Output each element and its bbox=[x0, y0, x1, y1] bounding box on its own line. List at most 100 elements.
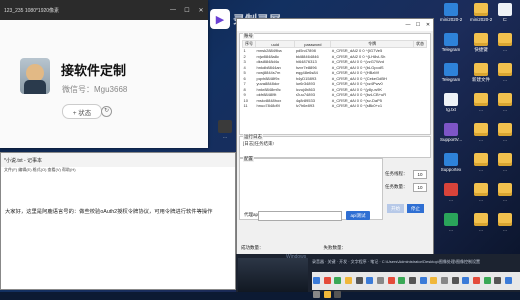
toolbar-icon[interactable] bbox=[441, 277, 449, 284]
toolbar bbox=[312, 272, 520, 298]
desktop-icon[interactable]: ... bbox=[494, 63, 516, 82]
table-cell: hnuo7848d9l bbox=[256, 103, 280, 109]
desktop-icon[interactable]: ... bbox=[470, 93, 492, 112]
desktop-icon[interactable]: Supportex bbox=[440, 153, 462, 172]
table-cell: lv7h6e893 bbox=[295, 103, 315, 109]
desktop-icon[interactable]: ... bbox=[470, 213, 492, 232]
start-button[interactable]: 开始 bbox=[387, 204, 404, 213]
toolbar-icon[interactable] bbox=[366, 277, 374, 284]
maximize-icon[interactable]: ☐ bbox=[413, 22, 423, 28]
proxy-input[interactable] bbox=[258, 211, 342, 221]
api-test-button[interactable]: api测试 bbox=[346, 211, 370, 220]
table-row[interactable]: 11 hnuo7848d9l lv7h6e893 #_CRSR_dAl 0 0 ^{s… bbox=[243, 103, 427, 109]
close-icon[interactable]: ✕ bbox=[423, 22, 433, 28]
desktop-icon[interactable]: ... bbox=[214, 120, 236, 139]
play-icon: ▶ bbox=[210, 9, 230, 29]
desktop-icon[interactable]: ... bbox=[440, 183, 462, 202]
avatar bbox=[20, 58, 50, 94]
maximize-icon[interactable]: ☐ bbox=[180, 7, 194, 14]
account-table[interactable]: 序号 uuid password 令牌 状态 1 mnsk28849ba pd5n4… bbox=[241, 40, 428, 109]
desktop-icon[interactable]: mini2020-2... bbox=[470, 3, 492, 22]
desktop-icon[interactable]: ... bbox=[494, 123, 516, 142]
toolbar-icon[interactable] bbox=[313, 291, 320, 298]
desktop-icon[interactable]: ... bbox=[494, 33, 516, 52]
table-cell: 11 bbox=[243, 103, 248, 109]
toolbar-icon[interactable] bbox=[377, 277, 385, 284]
app-window[interactable]: — ☐ ✕ 账号 序号 uuid password 令牌 状态 1 mnsk288… bbox=[236, 18, 434, 255]
column-header[interactable]: 状态 bbox=[412, 40, 428, 48]
thread-input[interactable]: 10 bbox=[413, 170, 427, 179]
status-button[interactable]: + 状态 bbox=[62, 104, 102, 119]
toolbar-icon[interactable] bbox=[323, 277, 331, 284]
count-input[interactable]: 10 bbox=[413, 183, 427, 192]
desktop-icon[interactable]: C: bbox=[494, 3, 516, 22]
fail-count-label: 失败数量： bbox=[323, 245, 347, 250]
desktop-icon[interactable]: Telegram bbox=[440, 33, 462, 52]
card-title: 接软件定制 bbox=[61, 63, 127, 78]
notepad-titlebar[interactable]: *小说.txt - 记事本 bbox=[1, 153, 235, 167]
table-cell: #_CRSR_dAl 0 0 ^{sBk0+c1 bbox=[331, 103, 383, 109]
toolbar-icon[interactable] bbox=[313, 277, 320, 284]
desktop-icon[interactable]: 新建文件 bbox=[470, 63, 492, 82]
toolbar-icon[interactable] bbox=[505, 277, 513, 284]
status-bar: 成功数量： 失败数量： bbox=[237, 243, 433, 253]
app-titlebar[interactable]: — ☐ ✕ bbox=[237, 19, 433, 31]
column-header[interactable]: uuid bbox=[255, 40, 296, 48]
thread-label: 任务线程： bbox=[385, 171, 408, 176]
toolbar-icon[interactable] bbox=[462, 277, 470, 284]
notepad-text[interactable]: 大家好，这里是阿鹿语言号的：做些校验oAuth2授权令牌协议，可用令牌进行软件等… bbox=[5, 207, 212, 215]
minimize-icon[interactable]: — bbox=[403, 22, 413, 28]
task-panel: 任务线程： 10 任务数量： 10 开始 停止 bbox=[383, 158, 431, 218]
settings-group: 配置 代理api： api测试 bbox=[239, 156, 383, 221]
toolbar-icon[interactable] bbox=[398, 277, 406, 284]
close-icon[interactable]: ✕ bbox=[194, 7, 208, 14]
stop-button[interactable]: 停止 bbox=[407, 204, 424, 213]
bottom-window-title: 录音器 · 关键 · 开发 · 文字程序 · 笔记 · C:\Users\Adm… bbox=[312, 259, 481, 264]
toolbar-icon[interactable] bbox=[494, 277, 502, 284]
toolbar-icon[interactable] bbox=[334, 277, 342, 284]
desktop-icon[interactable]: tg.txt bbox=[440, 93, 462, 112]
desktop-icon[interactable]: ... bbox=[494, 183, 516, 202]
bottom-window[interactable]: Windows 录音器 · 关键 · 开发 · 文字程序 · 笔记 · C:\U… bbox=[236, 254, 520, 298]
desktop-icon[interactable]: ... bbox=[440, 213, 462, 232]
video-thumbnail bbox=[238, 258, 308, 292]
toolbar-icon[interactable] bbox=[323, 291, 331, 298]
toolbar-icon[interactable] bbox=[387, 277, 395, 284]
success-count-label: 成功数量： bbox=[241, 245, 264, 250]
toolbar-icon[interactable] bbox=[419, 277, 427, 284]
column-header[interactable]: 序号 bbox=[241, 40, 257, 48]
desktop-icon[interactable]: ... bbox=[470, 183, 492, 202]
toolbar-icon[interactable] bbox=[409, 277, 417, 284]
notepad-title: *小说.txt - 记事本 bbox=[4, 157, 43, 164]
viewer-title: 123_235 1080*1920像素 bbox=[4, 7, 60, 14]
desktop-icon[interactable]: ... bbox=[494, 93, 516, 112]
settings-group-label: 配置 bbox=[243, 156, 254, 162]
viewer-titlebar[interactable]: 123_235 1080*1920像素 — ☐ ✕ bbox=[0, 0, 208, 20]
column-header[interactable]: 令牌 bbox=[330, 40, 414, 48]
notepad-window[interactable]: *小说.txt - 记事本 文件(F) 编辑(E) 格式(O) 查看(V) 帮助… bbox=[0, 152, 236, 290]
desktop-icon[interactable]: SupportV... bbox=[440, 123, 462, 142]
toolbar-icon[interactable] bbox=[483, 277, 491, 284]
desktop-icon[interactable]: ... bbox=[470, 153, 492, 172]
table-cell bbox=[413, 103, 426, 109]
image-viewer-window[interactable]: 123_235 1080*1920像素 — ☐ ✕ 接软件定制 微信号：Mgu3… bbox=[0, 0, 208, 148]
desktop-icon[interactable]: ... bbox=[494, 213, 516, 232]
toolbar-icon[interactable] bbox=[345, 277, 353, 284]
toolbar-icon[interactable] bbox=[430, 277, 438, 284]
account-group: 账号 序号 uuid password 令牌 状态 1 mnsk28849ba pd… bbox=[239, 33, 431, 135]
desktop-icon[interactable]: 快捷键 bbox=[470, 33, 492, 52]
toolbar-icon[interactable] bbox=[355, 277, 363, 284]
notepad-menu[interactable]: 文件(F) 编辑(E) 格式(O) 查看(V) 帮助(H) bbox=[1, 167, 235, 174]
desktop-icon[interactable]: ... bbox=[494, 153, 516, 172]
toolbar-icon[interactable] bbox=[451, 277, 459, 284]
toolbar-icon[interactable] bbox=[334, 291, 342, 298]
desktop-icon[interactable]: ... bbox=[470, 123, 492, 142]
count-label: 任务数量： bbox=[385, 184, 408, 189]
minimize-icon[interactable]: — bbox=[166, 7, 180, 14]
toolbar-icon[interactable] bbox=[473, 277, 481, 284]
log-group-label: 运行日志 bbox=[243, 134, 263, 140]
desktop-icon[interactable]: mini2020-2... bbox=[440, 3, 462, 22]
desktop-icon[interactable]: Telegram bbox=[440, 63, 462, 82]
column-header[interactable]: password bbox=[294, 40, 332, 48]
refresh-icon[interactable]: ↻ bbox=[101, 106, 112, 117]
